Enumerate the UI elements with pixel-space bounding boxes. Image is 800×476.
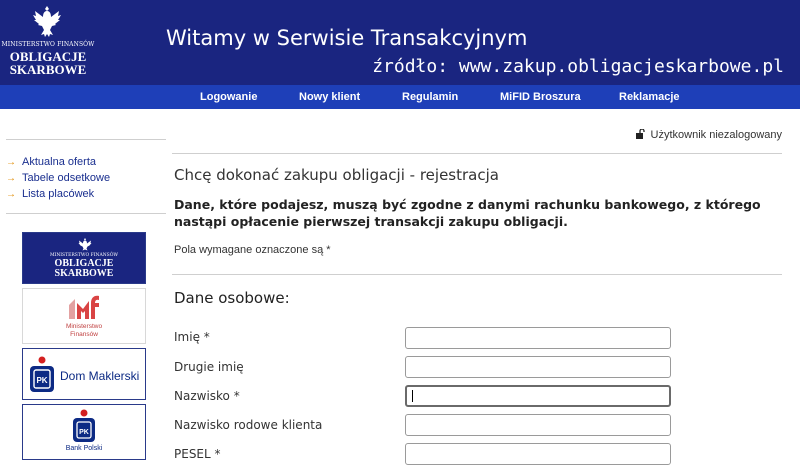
user-status: Użytkownik niezalogowany <box>635 129 782 141</box>
arrow-right-icon: → <box>6 157 16 168</box>
banner-obligacje-skarbowe[interactable]: MINISTERSTWO FINANSÓW OBLIGACJE SKARBOWE <box>22 232 146 284</box>
family-name-input[interactable] <box>405 414 671 436</box>
welcome-title: Witamy w Serwisie Transakcyjnym <box>166 26 528 50</box>
sidebar-link-aktualna-oferta[interactable]: → Aktualna oferta <box>6 156 96 168</box>
banner-brand-line2: SKARBOWE <box>54 268 114 279</box>
family-name-label: Nazwisko rodowe klienta <box>174 418 323 432</box>
main-nav: Logowanie Nowy klient Regulamin MiFID Br… <box>0 85 800 109</box>
last-name-label: Nazwisko * <box>174 389 240 403</box>
sidebar-link-label: Lista placówek <box>22 188 95 200</box>
text-caret <box>412 390 413 402</box>
arrow-right-icon: → <box>6 189 16 200</box>
sidebar-link-label: Tabele odsetkowe <box>22 172 111 184</box>
svg-text:PK: PK <box>79 429 89 436</box>
header-bar: MINISTERSTWO FINANSÓW OBLIGACJE SKARBOWE… <box>0 0 800 85</box>
first-name-label: Imię * <box>174 330 210 344</box>
pesel-label: PESEL * <box>174 447 221 461</box>
banner-bank-polski-label: Bank Polski <box>65 445 103 452</box>
section-title-personal-data: Dane osobowe: <box>174 289 290 307</box>
arrow-right-icon: → <box>6 173 16 184</box>
user-status-label: Użytkownik niezalogowany <box>650 129 782 141</box>
last-name-input[interactable] <box>405 385 671 407</box>
middle-name-input[interactable] <box>405 356 671 378</box>
nav-item-mifid-broszura[interactable]: MiFID Broszura <box>500 85 581 109</box>
logo-ministry-text: MINISTERSTWO FINANSÓW <box>1 41 95 48</box>
banner-dom-maklerski[interactable]: PK Dom Maklerski <box>22 348 146 400</box>
banner-ministry-line1: Ministerstwo <box>65 323 103 330</box>
page-title: Chcę dokonać zakupu obligacji - rejestra… <box>174 166 499 184</box>
banner-ministry-line2: Finansów <box>70 331 98 338</box>
middle-name-label: Drugie imię <box>174 360 244 374</box>
ministry-mf-logo-icon <box>69 295 99 319</box>
pko-logo-icon: PK <box>30 356 54 392</box>
nav-item-reklamacje[interactable]: Reklamacje <box>619 85 680 109</box>
obligacje-skarbowe-logo[interactable]: MINISTERSTWO FINANSÓW OBLIGACJE SKARBOWE <box>0 0 96 85</box>
sidebar-link-tabele-odsetkowe[interactable]: → Tabele odsetkowe <box>6 172 110 184</box>
sidebar-link-label: Aktualna oferta <box>22 156 96 168</box>
sidebar-divider-top <box>6 139 166 140</box>
logo-brand-line2: SKARBOWE <box>9 62 87 77</box>
nav-item-nowy-klient[interactable]: Nowy klient <box>299 85 360 109</box>
source-url: źródło: www.zakup.obligacjeskarbowe.pl <box>372 56 784 77</box>
nav-item-logowanie[interactable]: Logowanie <box>200 85 257 109</box>
white-eagle-icon <box>78 238 92 251</box>
first-name-input[interactable] <box>405 327 671 349</box>
nav-item-regulamin[interactable]: Regulamin <box>402 85 458 109</box>
banner-bank-polski[interactable]: PK Bank Polski <box>22 404 146 460</box>
main-divider-top <box>172 153 782 154</box>
banner-ministerstwo-finansow[interactable]: Ministerstwo Finansów <box>22 288 146 344</box>
sidebar-link-lista-placowek[interactable]: → Lista placówek <box>6 188 94 200</box>
bank-account-notice: Dane, które podajesz, muszą być zgodne z… <box>174 197 761 229</box>
banner-dom-maklerski-label: Dom Maklerski <box>60 369 140 383</box>
unlocked-padlock-icon <box>635 129 645 139</box>
white-eagle-icon <box>33 6 61 37</box>
svg-text:PK: PK <box>36 376 47 385</box>
pesel-input[interactable] <box>405 443 671 465</box>
pko-logo-icon: PK <box>73 409 95 442</box>
required-fields-note: Pola wymagane oznaczone są * <box>174 244 331 256</box>
sidebar-divider-bottom <box>6 213 166 214</box>
main-divider-section <box>172 274 782 275</box>
